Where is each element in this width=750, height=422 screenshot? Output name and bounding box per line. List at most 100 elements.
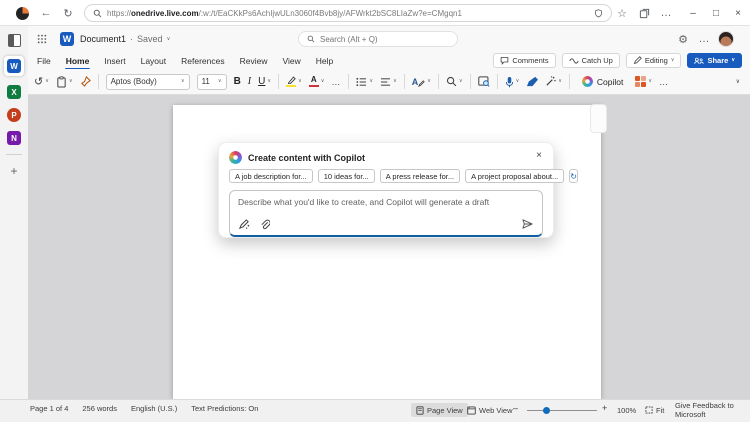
ribbon-toolbar: ↺ ∨ ∨ Aptos (Body) ∨ 11 ∨ B I U ∨ ∨ A ∨ … xyxy=(28,69,750,95)
site-permissions-icon[interactable] xyxy=(594,8,603,18)
zoom-in-icon[interactable]: + xyxy=(602,403,607,413)
image-search-icon xyxy=(477,76,490,87)
back-icon[interactable]: ← xyxy=(38,0,54,26)
undo-button[interactable]: ↺ ∨ xyxy=(34,75,49,88)
suggestion-chip[interactable]: A press release for... xyxy=(379,169,461,183)
more-font-options-icon[interactable]: … xyxy=(331,77,341,87)
addins-button[interactable]: ∨ xyxy=(635,76,652,87)
font-size-select[interactable]: 11 ∨ xyxy=(196,73,227,90)
close-icon[interactable]: × xyxy=(536,150,542,161)
menu-insert[interactable]: Insert xyxy=(103,54,126,68)
copilot-button[interactable]: Copilot xyxy=(577,73,628,90)
chevron-down-icon: ∨ xyxy=(670,57,675,63)
feedback-link[interactable]: Give Feedback to Microsoft xyxy=(670,401,750,419)
bullet-list-button[interactable]: ∨ xyxy=(356,77,373,87)
maximize-icon[interactable]: □ xyxy=(709,0,723,26)
search-input[interactable] xyxy=(320,34,440,44)
editor-pen-icon xyxy=(526,76,539,87)
sidebar-item-onenote[interactable]: N xyxy=(7,131,21,145)
menu-bar: File Home Insert Layout References Revie… xyxy=(28,52,750,70)
zoom-slider-track[interactable] xyxy=(527,410,597,411)
reload-icon[interactable]: ↻ xyxy=(60,0,76,26)
language-setting[interactable]: English (U.S.) xyxy=(131,404,177,413)
address-bar[interactable]: https://onedrive.live.com/:w:/t/EaCKkPs6… xyxy=(84,4,612,22)
fit-button[interactable]: Fit xyxy=(640,403,669,417)
italic-button[interactable]: I xyxy=(248,76,251,87)
menu-file[interactable]: File xyxy=(36,54,52,68)
suggestion-chip[interactable]: A job description for... xyxy=(229,169,313,183)
collapse-ribbon-icon[interactable]: ∨ xyxy=(736,79,740,85)
copilot-dialog-title: Create content with Copilot xyxy=(248,152,365,163)
align-button[interactable]: ∨ xyxy=(380,77,397,87)
sidebar-item-excel[interactable]: X xyxy=(7,85,21,99)
suggestion-chip[interactable]: 10 ideas for... xyxy=(317,169,375,183)
visual-search-button[interactable] xyxy=(477,76,490,87)
styles-button[interactable]: A ∨ xyxy=(412,77,431,87)
addins-grid-icon xyxy=(635,76,647,87)
comments-button[interactable]: Comments xyxy=(493,53,556,68)
settings-gear-icon[interactable]: ⚙ xyxy=(675,26,691,52)
menu-references[interactable]: References xyxy=(180,54,225,68)
menu-home[interactable]: Home xyxy=(64,54,91,70)
word-logo[interactable]: W xyxy=(58,26,76,52)
search-box[interactable] xyxy=(298,31,458,47)
sidebar-add-icon[interactable]: + xyxy=(10,164,17,178)
bold-button[interactable]: B xyxy=(234,76,241,87)
highlight-button[interactable]: ∨ xyxy=(286,76,302,88)
sidebar-item-powerpoint[interactable]: P xyxy=(7,108,21,122)
font-name-select[interactable]: Aptos (Body) ∨ xyxy=(105,73,190,90)
dictate-button[interactable]: ∨ xyxy=(505,76,519,88)
text-predictions-toggle[interactable]: Text Predictions: On xyxy=(191,404,258,413)
page-view-button[interactable]: Page View xyxy=(411,403,468,417)
close-window-icon[interactable]: × xyxy=(731,0,745,26)
format-painter-icon xyxy=(80,76,91,87)
rewrite-pen-icon[interactable] xyxy=(238,219,250,230)
page-count[interactable]: Page 1 of 4 xyxy=(30,404,68,413)
minimize-icon[interactable]: – xyxy=(686,0,700,26)
browser-profile-icon[interactable] xyxy=(16,7,29,20)
magic-wand-icon xyxy=(545,76,557,87)
share-button[interactable]: Share ∨ xyxy=(687,53,742,68)
word-count[interactable]: 256 words xyxy=(82,404,117,413)
page-margin-button[interactable] xyxy=(590,104,607,133)
highlighter-icon xyxy=(286,76,297,88)
zoom-slider-thumb[interactable] xyxy=(543,407,550,414)
copilot-dialog-header: Create content with Copilot xyxy=(219,143,553,169)
title-separator: · xyxy=(130,34,134,44)
send-icon[interactable] xyxy=(521,218,534,230)
ribbon-overflow-icon[interactable]: … xyxy=(659,77,669,87)
zoom-out-icon[interactable]: – xyxy=(513,403,518,413)
attach-paperclip-icon[interactable] xyxy=(260,219,270,230)
menu-help[interactable]: Help xyxy=(315,54,334,68)
editing-mode-button[interactable]: Editing ∨ xyxy=(625,53,682,68)
browser-menu-icon[interactable]: … xyxy=(658,0,674,26)
sidebar-pages-icon[interactable] xyxy=(7,34,21,47)
document-title-group[interactable]: Document1 · Saved ∨ xyxy=(80,26,170,52)
header-more-icon[interactable]: … xyxy=(696,26,712,52)
collections-icon[interactable] xyxy=(636,0,652,26)
app-launcher-icon[interactable] xyxy=(34,26,50,52)
search-icon xyxy=(307,35,315,43)
microphone-icon xyxy=(505,76,514,88)
menu-review[interactable]: Review xyxy=(239,54,269,68)
sidebar-divider xyxy=(6,154,22,155)
menu-view[interactable]: View xyxy=(281,54,301,68)
menu-layout[interactable]: Layout xyxy=(140,54,168,68)
zoom-level[interactable]: 100% xyxy=(612,403,641,417)
sidebar-item-word[interactable]: W xyxy=(4,56,24,76)
autoformat-button[interactable]: ∨ xyxy=(545,76,562,87)
web-view-button[interactable]: Web View xyxy=(462,403,518,417)
underline-button[interactable]: U ∨ xyxy=(258,76,271,87)
account-avatar[interactable] xyxy=(718,26,734,52)
format-painter-button[interactable] xyxy=(80,76,91,87)
suggestion-chip[interactable]: A project proposal about... xyxy=(465,169,565,183)
catch-up-button[interactable]: Catch Up xyxy=(561,53,620,68)
copilot-prompt-input[interactable]: Describe what you'd like to create, and … xyxy=(229,190,543,237)
editor-button[interactable] xyxy=(526,76,539,87)
paste-button[interactable]: ∨ xyxy=(56,75,73,88)
favorites-star-icon[interactable]: ☆ xyxy=(614,0,630,26)
font-color-button[interactable]: A ∨ xyxy=(308,75,324,88)
undo-icon: ↺ xyxy=(34,76,44,88)
refresh-suggestions-button[interactable]: ↻ xyxy=(569,169,578,183)
find-button[interactable]: ∨ xyxy=(446,76,463,87)
